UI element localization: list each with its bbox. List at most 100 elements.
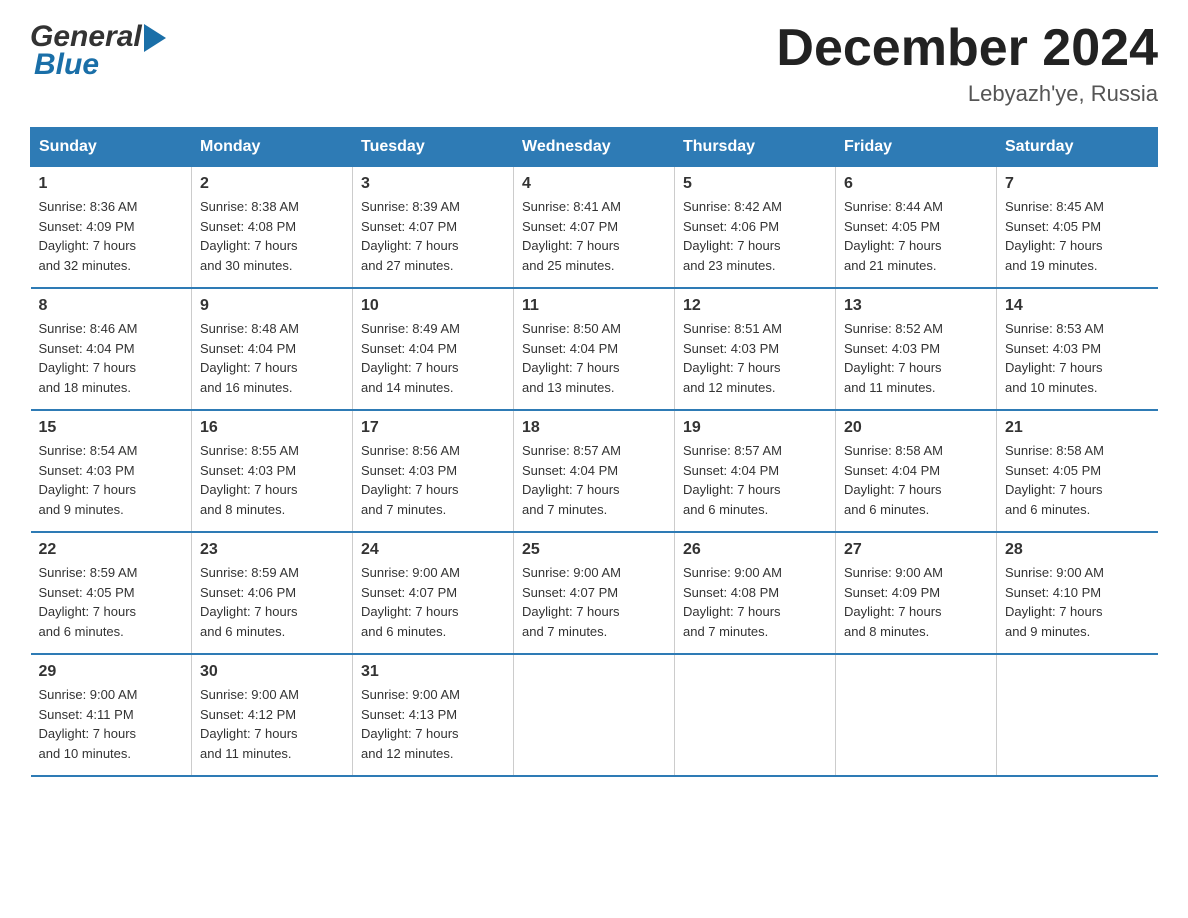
day-number: 18 <box>522 419 666 437</box>
day-info: Sunrise: 8:59 AM Sunset: 4:05 PM Dayligh… <box>39 563 184 641</box>
cell-w2-d5: 13 Sunrise: 8:52 AM Sunset: 4:03 PM Dayli… <box>836 288 997 410</box>
day-info: Sunrise: 8:41 AM Sunset: 4:07 PM Dayligh… <box>522 197 666 275</box>
col-friday: Friday <box>836 128 997 167</box>
cell-w5-d2: 31Sunrise: 9:00 AM Sunset: 4:13 PM Dayli… <box>353 654 514 776</box>
cell-w4-d3: 25Sunrise: 9:00 AM Sunset: 4:07 PM Dayli… <box>514 532 675 654</box>
day-number: 11 <box>522 297 666 315</box>
calendar-body: 1 Sunrise: 8:36 AM Sunset: 4:09 PM Daylig… <box>31 167 1158 777</box>
page-header: General Blue December 2024 Lebyazh'ye, R… <box>30 20 1158 107</box>
day-number: 1 <box>39 175 184 193</box>
col-monday: Monday <box>192 128 353 167</box>
cell-w3-d6: 21Sunrise: 8:58 AM Sunset: 4:05 PM Dayli… <box>997 410 1158 532</box>
days-of-week-row: Sunday Monday Tuesday Wednesday Thursday… <box>31 128 1158 167</box>
day-number: 22 <box>39 541 184 559</box>
day-info: Sunrise: 8:51 AM Sunset: 4:03 PM Dayligh… <box>683 319 827 397</box>
day-info: Sunrise: 9:00 AM Sunset: 4:12 PM Dayligh… <box>200 685 344 763</box>
day-info: Sunrise: 9:00 AM Sunset: 4:09 PM Dayligh… <box>844 563 988 641</box>
day-number: 24 <box>361 541 505 559</box>
day-number: 23 <box>200 541 344 559</box>
day-info: Sunrise: 9:00 AM Sunset: 4:07 PM Dayligh… <box>361 563 505 641</box>
day-info: Sunrise: 8:54 AM Sunset: 4:03 PM Dayligh… <box>39 441 184 519</box>
cell-w4-d5: 27 Sunrise: 9:00 AM Sunset: 4:09 PM Dayli… <box>836 532 997 654</box>
cell-w3-d1: 16 Sunrise: 8:55 AM Sunset: 4:03 PM Dayli… <box>192 410 353 532</box>
day-info: Sunrise: 9:00 AM Sunset: 4:10 PM Dayligh… <box>1005 563 1150 641</box>
cell-w4-d0: 22 Sunrise: 8:59 AM Sunset: 4:05 PM Dayli… <box>31 532 192 654</box>
day-info: Sunrise: 8:56 AM Sunset: 4:03 PM Dayligh… <box>361 441 505 519</box>
day-number: 9 <box>200 297 344 315</box>
day-info: Sunrise: 8:39 AM Sunset: 4:07 PM Dayligh… <box>361 197 505 275</box>
cell-w1-d3: 4 Sunrise: 8:41 AM Sunset: 4:07 PM Daylig… <box>514 167 675 289</box>
day-number: 17 <box>361 419 505 437</box>
cell-w1-d4: 5Sunrise: 8:42 AM Sunset: 4:06 PM Daylig… <box>675 167 836 289</box>
week-row-3: 15 Sunrise: 8:54 AM Sunset: 4:03 PM Dayli… <box>31 410 1158 532</box>
day-info: Sunrise: 8:46 AM Sunset: 4:04 PM Dayligh… <box>39 319 184 397</box>
day-info: Sunrise: 8:57 AM Sunset: 4:04 PM Dayligh… <box>683 441 827 519</box>
day-info: Sunrise: 8:42 AM Sunset: 4:06 PM Dayligh… <box>683 197 827 275</box>
day-number: 8 <box>39 297 184 315</box>
day-number: 27 <box>844 541 988 559</box>
cell-w5-d5 <box>836 654 997 776</box>
day-info: Sunrise: 8:50 AM Sunset: 4:04 PM Dayligh… <box>522 319 666 397</box>
day-info: Sunrise: 8:36 AM Sunset: 4:09 PM Dayligh… <box>39 197 184 275</box>
day-info: Sunrise: 8:55 AM Sunset: 4:03 PM Dayligh… <box>200 441 344 519</box>
day-number: 10 <box>361 297 505 315</box>
day-number: 16 <box>200 419 344 437</box>
cell-w3-d4: 19 Sunrise: 8:57 AM Sunset: 4:04 PM Dayli… <box>675 410 836 532</box>
week-row-5: 29 Sunrise: 9:00 AM Sunset: 4:11 PM Dayli… <box>31 654 1158 776</box>
calendar-table: Sunday Monday Tuesday Wednesday Thursday… <box>30 127 1158 777</box>
cell-w4-d2: 24 Sunrise: 9:00 AM Sunset: 4:07 PM Dayli… <box>353 532 514 654</box>
day-info: Sunrise: 8:57 AM Sunset: 4:04 PM Dayligh… <box>522 441 666 519</box>
day-number: 12 <box>683 297 827 315</box>
cell-w5-d4 <box>675 654 836 776</box>
cell-w2-d3: 11 Sunrise: 8:50 AM Sunset: 4:04 PM Dayli… <box>514 288 675 410</box>
cell-w2-d6: 14Sunrise: 8:53 AM Sunset: 4:03 PM Dayli… <box>997 288 1158 410</box>
logo-arrow-icon <box>144 24 166 52</box>
logo-blue-text: Blue <box>30 48 99 82</box>
cell-w3-d3: 18 Sunrise: 8:57 AM Sunset: 4:04 PM Dayli… <box>514 410 675 532</box>
title-block: December 2024 Lebyazh'ye, Russia <box>776 20 1158 107</box>
cell-w5-d3 <box>514 654 675 776</box>
cell-w4-d1: 23Sunrise: 8:59 AM Sunset: 4:06 PM Dayli… <box>192 532 353 654</box>
day-number: 31 <box>361 663 505 681</box>
day-number: 6 <box>844 175 988 193</box>
location-text: Lebyazh'ye, Russia <box>776 81 1158 107</box>
cell-w1-d0: 1 Sunrise: 8:36 AM Sunset: 4:09 PM Daylig… <box>31 167 192 289</box>
col-thursday: Thursday <box>675 128 836 167</box>
col-sunday: Sunday <box>31 128 192 167</box>
day-number: 13 <box>844 297 988 315</box>
col-wednesday: Wednesday <box>514 128 675 167</box>
day-number: 19 <box>683 419 827 437</box>
cell-w5-d1: 30 Sunrise: 9:00 AM Sunset: 4:12 PM Dayli… <box>192 654 353 776</box>
day-number: 15 <box>39 419 184 437</box>
month-title: December 2024 <box>776 20 1158 77</box>
day-number: 20 <box>844 419 988 437</box>
day-number: 3 <box>361 175 505 193</box>
cell-w1-d6: 7 Sunrise: 8:45 AM Sunset: 4:05 PM Daylig… <box>997 167 1158 289</box>
day-info: Sunrise: 8:52 AM Sunset: 4:03 PM Dayligh… <box>844 319 988 397</box>
logo: General Blue <box>30 20 166 82</box>
day-info: Sunrise: 9:00 AM Sunset: 4:11 PM Dayligh… <box>39 685 184 763</box>
cell-w1-d5: 6Sunrise: 8:44 AM Sunset: 4:05 PM Daylig… <box>836 167 997 289</box>
week-row-2: 8 Sunrise: 8:46 AM Sunset: 4:04 PM Daylig… <box>31 288 1158 410</box>
cell-w3-d2: 17 Sunrise: 8:56 AM Sunset: 4:03 PM Dayli… <box>353 410 514 532</box>
day-number: 25 <box>522 541 666 559</box>
day-info: Sunrise: 8:38 AM Sunset: 4:08 PM Dayligh… <box>200 197 344 275</box>
cell-w1-d2: 3 Sunrise: 8:39 AM Sunset: 4:07 PM Daylig… <box>353 167 514 289</box>
day-number: 4 <box>522 175 666 193</box>
cell-w2-d1: 9 Sunrise: 8:48 AM Sunset: 4:04 PM Daylig… <box>192 288 353 410</box>
cell-w3-d0: 15 Sunrise: 8:54 AM Sunset: 4:03 PM Dayli… <box>31 410 192 532</box>
day-number: 21 <box>1005 419 1150 437</box>
day-number: 28 <box>1005 541 1150 559</box>
cell-w5-d6 <box>997 654 1158 776</box>
day-info: Sunrise: 8:53 AM Sunset: 4:03 PM Dayligh… <box>1005 319 1150 397</box>
col-saturday: Saturday <box>997 128 1158 167</box>
day-number: 7 <box>1005 175 1150 193</box>
day-info: Sunrise: 8:48 AM Sunset: 4:04 PM Dayligh… <box>200 319 344 397</box>
day-number: 30 <box>200 663 344 681</box>
calendar-header: Sunday Monday Tuesday Wednesday Thursday… <box>31 128 1158 167</box>
col-tuesday: Tuesday <box>353 128 514 167</box>
day-number: 29 <box>39 663 184 681</box>
day-info: Sunrise: 8:45 AM Sunset: 4:05 PM Dayligh… <box>1005 197 1150 275</box>
cell-w4-d6: 28 Sunrise: 9:00 AM Sunset: 4:10 PM Dayli… <box>997 532 1158 654</box>
day-info: Sunrise: 8:49 AM Sunset: 4:04 PM Dayligh… <box>361 319 505 397</box>
